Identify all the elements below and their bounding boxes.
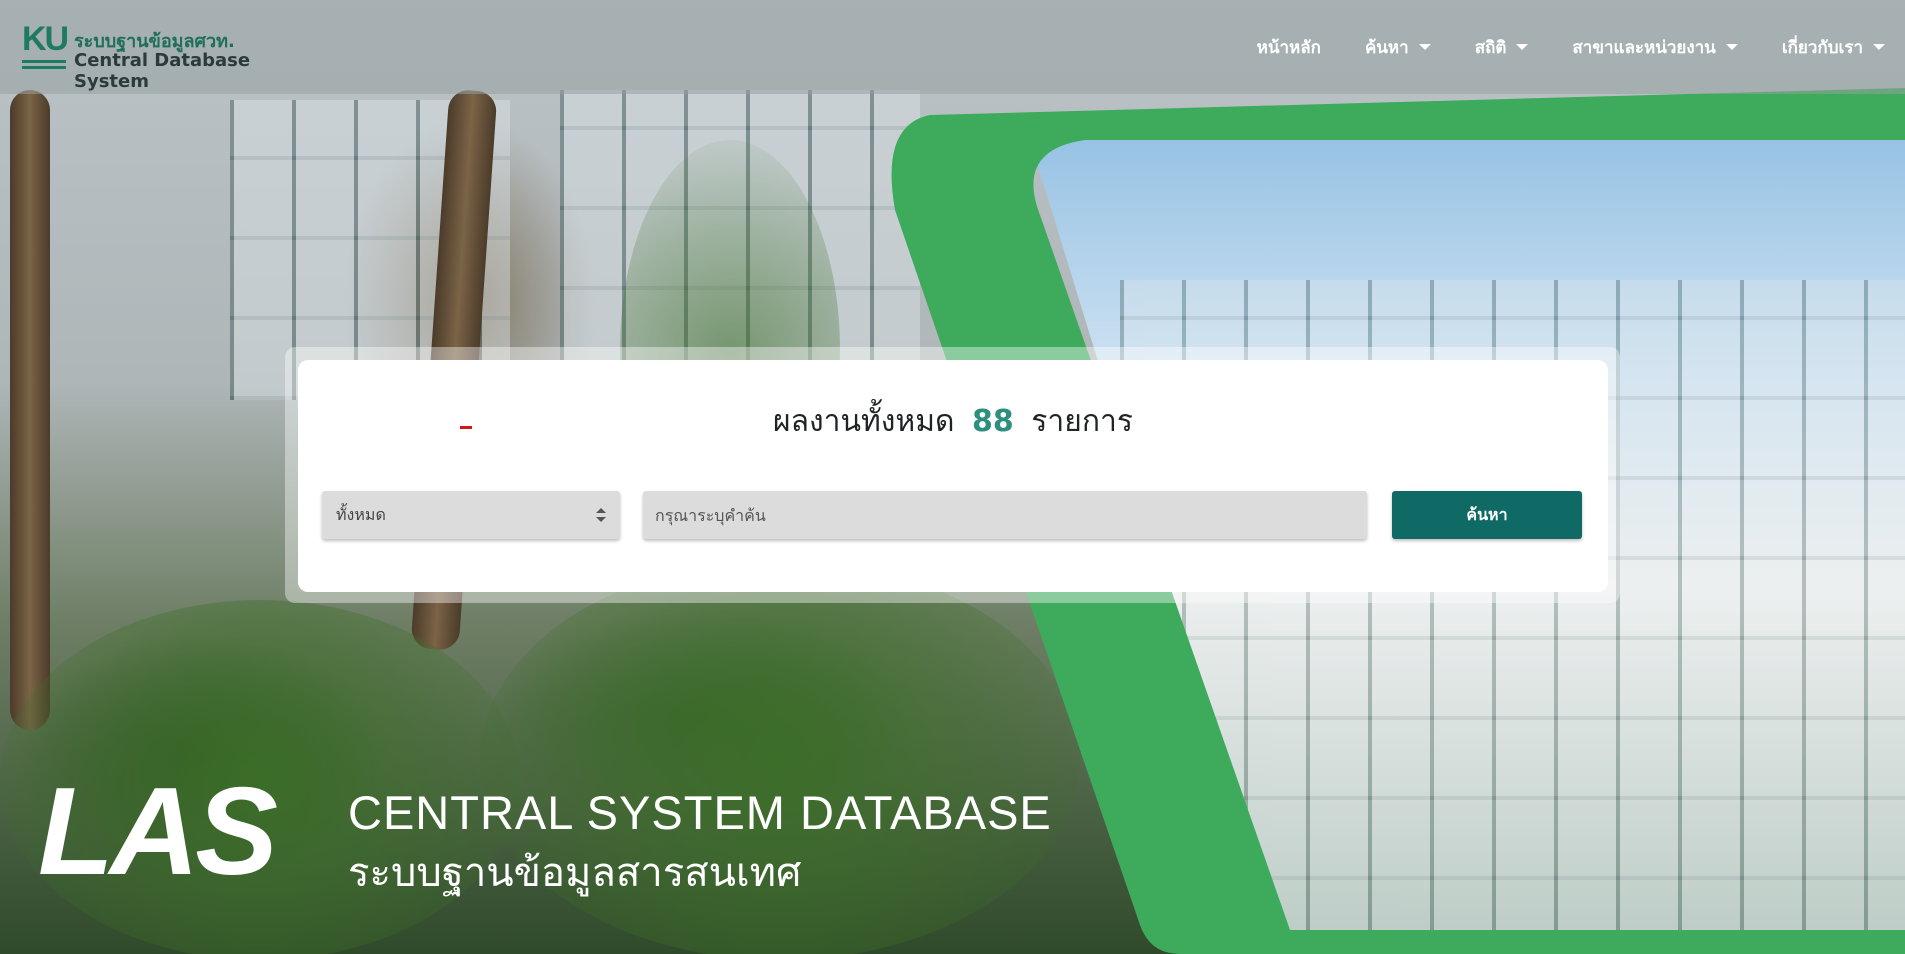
chevron-down-icon bbox=[1725, 44, 1738, 50]
logo-lines-icon bbox=[22, 60, 66, 72]
results-count: 88 bbox=[972, 404, 1014, 439]
category-select[interactable]: ทั้งหมด bbox=[322, 491, 620, 539]
results-prefix: ผลงานทั้งหมด bbox=[773, 404, 955, 439]
site-logo[interactable]: KU ระบบฐานข้อมูลศวท. Central Database Sy… bbox=[22, 20, 322, 92]
logo-title-en: Central Database System bbox=[74, 50, 251, 92]
nav-home[interactable]: หน้าหลัก bbox=[1257, 30, 1321, 64]
hero-tagline-th: ระบบฐานข้อมูลสารสนเทศ bbox=[348, 850, 802, 896]
main-nav: หน้าหลัก ค้นหา สถิติ สาขาและหน่วยงาน เกี… bbox=[1213, 30, 1885, 64]
top-navbar: KU ระบบฐานข้อมูลศวท. Central Database Sy… bbox=[0, 0, 1905, 94]
nav-departments[interactable]: สาขาและหน่วยงาน bbox=[1572, 30, 1738, 64]
nav-statistics[interactable]: สถิติ bbox=[1475, 30, 1529, 64]
nav-departments-label: สาขาและหน่วยงาน bbox=[1572, 37, 1716, 58]
chevron-down-icon bbox=[1873, 44, 1885, 50]
search-button[interactable]: ค้นหา bbox=[1392, 491, 1582, 539]
nav-statistics-label: สถิติ bbox=[1474, 37, 1507, 58]
nav-search-label: ค้นหา bbox=[1364, 37, 1409, 58]
results-suffix: รายการ bbox=[1031, 404, 1133, 439]
search-card: ผลงานทั้งหมด 88 รายการ ทั้งหมด ค้นหา bbox=[298, 360, 1608, 592]
results-headline: ผลงานทั้งหมด 88 รายการ bbox=[298, 398, 1608, 445]
nav-about[interactable]: เกี่ยวกับเรา bbox=[1782, 30, 1885, 64]
select-arrows-icon bbox=[596, 508, 606, 522]
nav-home-label: หน้าหลัก bbox=[1256, 37, 1321, 58]
nav-about-label: เกี่ยวกับเรา bbox=[1781, 37, 1863, 58]
chevron-down-icon bbox=[1516, 44, 1529, 50]
las-brand: LAS bbox=[38, 763, 278, 901]
hero-tagline-en: CENTRAL SYSTEM DATABASE bbox=[348, 786, 1052, 839]
nav-search[interactable]: ค้นหา bbox=[1365, 30, 1431, 64]
search-input[interactable] bbox=[643, 491, 1367, 539]
ku-logo-mark: KU bbox=[22, 20, 69, 58]
category-select-value: ทั้งหมด bbox=[336, 504, 386, 524]
chevron-down-icon bbox=[1418, 44, 1431, 50]
